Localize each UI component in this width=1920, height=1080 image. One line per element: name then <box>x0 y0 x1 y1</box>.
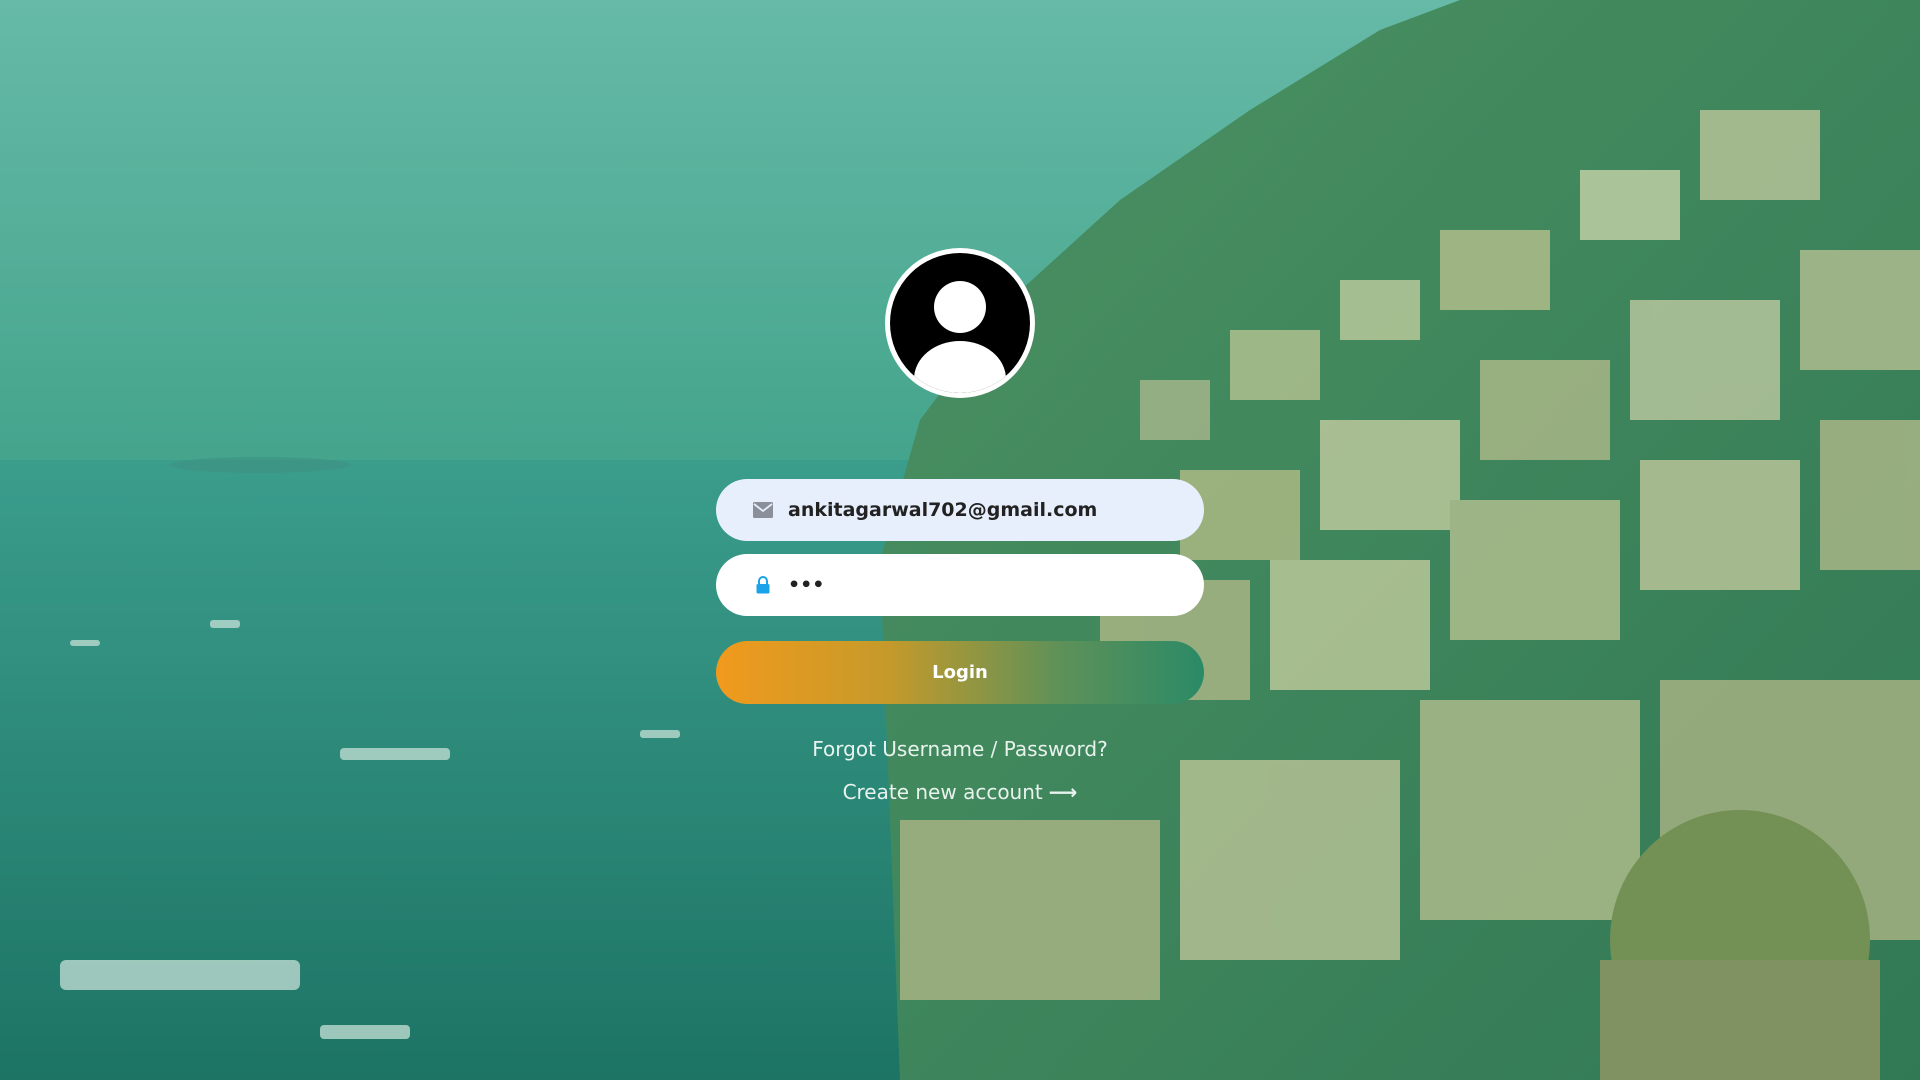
email-field[interactable] <box>716 479 1204 541</box>
create-account-label: Create new account <box>842 780 1043 804</box>
envelope-icon <box>752 499 774 521</box>
password-input[interactable] <box>788 565 1168 605</box>
create-account-link[interactable]: Create new account ⟶ <box>716 780 1204 804</box>
user-avatar-icon <box>885 248 1035 398</box>
login-button[interactable]: Login <box>716 641 1204 704</box>
forgot-password-link[interactable]: Forgot Username / Password? <box>716 737 1204 761</box>
avatar-circle <box>890 253 1030 393</box>
password-field[interactable] <box>716 554 1204 616</box>
lock-icon <box>752 574 774 596</box>
arrow-right-icon: ⟶ <box>1048 780 1078 804</box>
email-input[interactable] <box>788 490 1168 530</box>
user-silhouette-icon <box>914 281 1006 393</box>
